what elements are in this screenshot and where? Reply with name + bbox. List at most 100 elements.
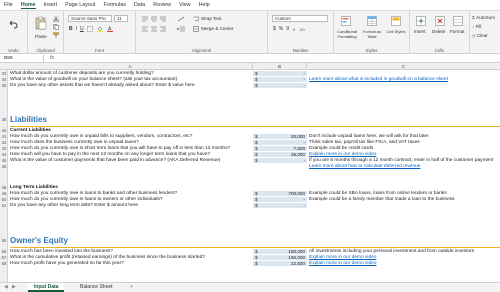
autosum-button[interactable]: Σ AutoSum [472, 15, 495, 20]
italic-button[interactable]: I [76, 26, 77, 32]
alignment-group-label: Alignment [191, 48, 212, 53]
font-style-row: B I U A [69, 26, 114, 32]
question-cell[interactable]: Do you have any other long term debt? En… [10, 203, 138, 209]
menu-review[interactable]: Review [153, 2, 171, 8]
value: 22,500 [290, 261, 305, 266]
underline-button[interactable]: U [80, 26, 84, 32]
section-row: 55 Owner's Equity [0, 236, 500, 246]
percent-button[interactable]: % [279, 26, 283, 32]
font-name-select[interactable]: Source Sans Pro [68, 15, 112, 22]
svg-text:.0: .0 [292, 27, 296, 32]
align-horizontal-icons[interactable] [140, 25, 170, 32]
borders-icon[interactable] [87, 26, 94, 32]
help-link[interactable]: Explain more in our demo video [309, 261, 376, 267]
insert-cells-icon[interactable] [415, 15, 427, 27]
merge-center-button[interactable]: Merge & Center [201, 26, 233, 31]
delete-cells-icon[interactable] [434, 15, 446, 27]
input-cell[interactable]: $ - [253, 83, 307, 89]
table-row: 51 Do you have any other long term debt? … [0, 203, 500, 209]
input-cell[interactable]: $ - [253, 203, 307, 209]
menu-insert[interactable]: Insert [44, 2, 57, 8]
row-number[interactable]: 58 [0, 261, 8, 267]
prev-sheet-icon[interactable]: ◀ [4, 284, 8, 290]
number-group: Custom $ % 9 .0.00 Number [268, 11, 334, 55]
wrap-text-button[interactable]: Wrap Text [201, 16, 222, 21]
question-cell[interactable]: How much profit have you generated so fa… [10, 261, 124, 267]
decimal-icons[interactable]: .0.00 [292, 26, 306, 32]
table-row: 35 Do you have any other assets that we … [0, 83, 500, 89]
orientation-icon[interactable] [176, 15, 186, 22]
input-cell[interactable]: $22,500 [253, 261, 307, 267]
menu-data[interactable]: Data [134, 2, 145, 8]
cell-styles-icon[interactable] [390, 15, 402, 27]
column-header-a[interactable]: A [8, 63, 253, 70]
menu-help[interactable]: Help [199, 2, 210, 8]
row-number[interactable]: 51 [0, 203, 8, 209]
column-header-c[interactable]: C [307, 63, 500, 70]
format-button[interactable]: Format [450, 29, 465, 34]
styles-group-label: Styles [365, 48, 378, 53]
menu-page-layout[interactable]: Page Layout [65, 2, 95, 8]
insert-button[interactable]: Insert [414, 29, 426, 34]
cut-icon[interactable] [52, 15, 60, 22]
align-top-icons[interactable] [140, 15, 170, 22]
font-size-select[interactable]: 11 [114, 15, 128, 22]
conditional-formatting-icon[interactable] [340, 15, 352, 27]
name-box[interactable]: B59 [2, 55, 44, 62]
sheet-tabs-bar: ◀ ▶ Input Data Balance Sheet + [0, 282, 500, 292]
column-header-b[interactable]: B [253, 63, 307, 70]
menu-bar: File Home Insert Page Layout Formulas Da… [0, 0, 500, 10]
menu-home[interactable]: Home [20, 2, 36, 9]
menu-formulas[interactable]: Formulas [103, 2, 125, 8]
clear-button[interactable]: ◇ Clear [472, 33, 488, 39]
row-number[interactable]: 55 [0, 236, 8, 246]
row-number[interactable]: 35 [0, 83, 8, 89]
indent-icon[interactable] [176, 25, 186, 32]
sheet-tab-balance-sheet[interactable]: Balance Sheet [74, 283, 119, 292]
svg-text:.00: .00 [299, 27, 305, 32]
fill-label: Fill [475, 24, 482, 29]
help-link[interactable]: Learn more about how to calculate deferr… [309, 164, 420, 170]
format-table-button[interactable]: Format as Table [360, 29, 384, 39]
cells-group: Insert Delete Format Cells [410, 11, 470, 55]
section-title-owners-equity: Owner's Equity [10, 236, 68, 245]
format-painter-icon[interactable] [52, 31, 60, 38]
paste-icon[interactable] [34, 15, 48, 31]
sheet-tab-input-data[interactable]: Input Data [28, 283, 65, 292]
clear-label: Clear [476, 33, 488, 38]
menu-file[interactable]: File [4, 2, 13, 8]
bold-button[interactable]: B [69, 26, 73, 32]
currency-button[interactable]: $ [273, 26, 276, 32]
conditional-formatting-button[interactable]: Conditional Formatting [335, 29, 359, 39]
fill-button[interactable]: ↓ Fill [472, 24, 481, 29]
fill-color-icon[interactable] [97, 26, 104, 32]
value: - [303, 203, 305, 208]
add-sheet-button[interactable]: + [124, 283, 139, 292]
alignment-group: Wrap Text Merge & Center Alignment [136, 11, 268, 55]
font-color-icon[interactable]: A [107, 26, 114, 32]
format-table-icon[interactable] [366, 15, 378, 27]
delete-button[interactable]: Delete [432, 29, 445, 34]
undo-icon[interactable] [6, 17, 20, 31]
select-all-corner[interactable] [0, 63, 8, 70]
question-cell[interactable]: Do you have any other assets that we hav… [10, 83, 195, 89]
next-sheet-icon[interactable]: ▶ [12, 284, 16, 290]
section-rule [10, 247, 500, 248]
font-group: Source Sans Pro 11 B I U A Font [64, 11, 136, 55]
row-number[interactable]: 38 [0, 115, 8, 125]
section-title-liabilities: Liabilities [10, 115, 47, 124]
number-group-label: Number [292, 48, 309, 53]
cell-styles-button[interactable]: Cell Styles [386, 29, 406, 34]
fx-icon[interactable]: fx [50, 55, 54, 61]
currency: $ [255, 203, 258, 208]
menu-view[interactable]: View [179, 2, 191, 8]
copy-icon[interactable] [52, 23, 60, 30]
value: - [303, 83, 305, 88]
number-format-select[interactable]: Custom [272, 15, 328, 22]
comma-button[interactable]: 9 [286, 26, 289, 32]
merge-center-icon [192, 25, 199, 32]
row-number[interactable]: 46 [0, 164, 8, 170]
paste-button[interactable]: Paste [35, 34, 47, 39]
format-cells-icon[interactable] [452, 15, 464, 27]
font-group-label: Font [95, 48, 104, 53]
